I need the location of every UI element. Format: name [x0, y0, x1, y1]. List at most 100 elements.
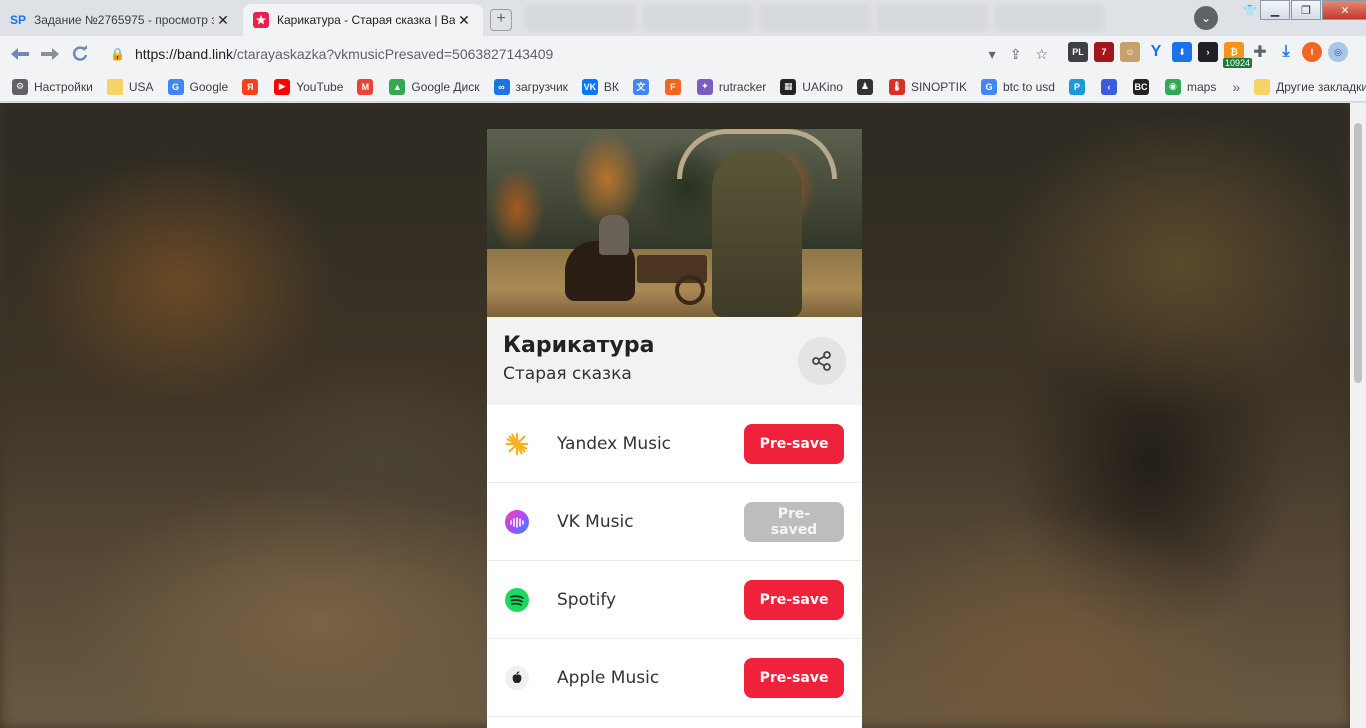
ghost-tab[interactable]	[525, 4, 637, 32]
maximize-button[interactable]: ❐	[1291, 0, 1321, 20]
yandex-icon: Я	[242, 78, 259, 95]
translate-icon: 文	[632, 78, 649, 95]
bookmark-label: загрузчик	[515, 79, 568, 94]
google-icon: G	[980, 78, 997, 95]
bookmark-figure[interactable]: ♟	[856, 78, 879, 95]
folder-icon	[106, 78, 123, 95]
bookmark-label: SINOPTIK	[910, 79, 967, 94]
folder-icon	[1254, 78, 1271, 95]
background-tabs	[525, 4, 1106, 32]
bookmark-вк[interactable]: VK ВК	[581, 78, 619, 95]
figure-icon: ♟	[856, 78, 873, 95]
spotify-icon	[505, 588, 529, 612]
bookmark-bc[interactable]: BC	[1132, 78, 1155, 95]
bookmark-label: Настройки	[34, 79, 93, 94]
browser-menu-icon[interactable]: ◎	[1328, 42, 1348, 62]
bookmark-btc-to-usd[interactable]: Gbtc to usd	[980, 78, 1055, 95]
presave-button-yandex[interactable]: Pre-save	[744, 424, 844, 464]
bookmark-p[interactable]: P	[1068, 78, 1091, 95]
vk-music-icon	[505, 510, 529, 534]
vpn-globe-icon[interactable]: PL	[1068, 42, 1088, 62]
presave-button-spotify[interactable]: Pre-save	[744, 580, 844, 620]
share-icon	[812, 351, 831, 371]
other-bookmarks-folder[interactable]: Другие закладки	[1254, 78, 1366, 95]
address-bar[interactable]: 🔒 https://band.link/ctarayaskazka?vkmusi…	[100, 40, 1060, 68]
y-ext-icon[interactable]: Y	[1146, 42, 1166, 62]
bitcoin-ext-icon[interactable]: ₿ 10924	[1222, 42, 1252, 68]
ghost-tab[interactable]	[993, 4, 1106, 32]
ghost-tab[interactable]	[642, 4, 754, 32]
bookmark-google[interactable]: G Google	[167, 78, 229, 95]
bookmark-label: YouTube	[296, 79, 344, 94]
bookmark-google-диск[interactable]: ▲ Google Диск	[389, 78, 480, 95]
bookmark-usa[interactable]: USA	[106, 78, 154, 95]
url-host: https://band.link	[134, 46, 234, 62]
drive-icon: ▲	[389, 78, 406, 95]
tab-zadanie[interactable]: SP Задание №2765975 - просмотр за ✕	[0, 4, 242, 36]
bookmark-gmail[interactable]: M	[357, 78, 379, 95]
tab-title: Задание №2765975 - просмотр за	[34, 13, 214, 27]
google-icon: G	[167, 78, 184, 95]
apple-music-icon	[505, 666, 529, 690]
bookmark-label: Google Диск	[411, 79, 480, 94]
shield-ext-icon[interactable]: 7	[1094, 42, 1114, 62]
bookmark-star-icon[interactable]: ☆	[1035, 46, 1048, 63]
reload-icon[interactable]	[66, 40, 94, 68]
share-page-icon[interactable]: ⇪	[1010, 46, 1022, 63]
tab-close-icon[interactable]: ✕	[455, 12, 473, 29]
bookmark-label: rutracker	[718, 79, 767, 94]
bookmark-label: UAKino	[802, 79, 843, 94]
gear-icon: ⚙	[12, 78, 28, 95]
presaved-button-vk[interactable]: Pre-saved	[744, 502, 844, 542]
lock-icon[interactable]: 🔒	[110, 47, 125, 61]
bookmark-yandex[interactable]: Я	[242, 78, 264, 95]
tab-bandlink[interactable]: Карикатура - Старая сказка | Band ✕	[243, 4, 483, 36]
bookmark-f[interactable]: F	[664, 78, 687, 95]
back-arrow-icon[interactable]	[6, 40, 34, 68]
bookmark-rutracker[interactable]: ✦ rutracker	[696, 78, 767, 95]
bookmark-sinoptik[interactable]: 🌡 SINOPTIK	[888, 78, 967, 95]
bookmark-настройки[interactable]: ⚙ Настройки	[12, 78, 93, 95]
forward-arrow-icon[interactable]	[36, 40, 64, 68]
rutracker-icon: ✦	[696, 78, 713, 95]
download-ext-icon[interactable]: ⬇	[1172, 42, 1192, 62]
artist-name: Карикатура	[503, 333, 655, 358]
bookmark-youtube[interactable]: ▶ YouTube	[274, 78, 344, 95]
ghost-tab[interactable]	[876, 4, 988, 32]
profile-avatar[interactable]: I	[1302, 42, 1322, 62]
minimize-button[interactable]: ▁	[1260, 0, 1290, 20]
bookmark-translate[interactable]: 文	[632, 78, 655, 95]
release-title: Старая сказка	[503, 364, 632, 384]
url-text[interactable]: https://band.link/ctarayaskazka?vkmusicP…	[135, 46, 553, 62]
share-button[interactable]	[798, 337, 846, 385]
puzzle-extensions-icon[interactable]: ✚	[1250, 42, 1270, 62]
avatar-ext-icon[interactable]: ☺	[1120, 42, 1140, 62]
release-header: Карикатура Старая сказка	[487, 317, 862, 405]
bookmark-chevron[interactable]: ‹	[1100, 78, 1123, 95]
bookmark-загрузчик[interactable]: ∞ загрузчик	[493, 78, 568, 95]
cover-art-image	[487, 129, 862, 317]
service-row-spotify: Spotify Pre-save	[487, 561, 862, 639]
downloads-icon[interactable]: ⤓	[1276, 42, 1296, 62]
tab-search-chevron-icon[interactable]: ⌄	[1194, 6, 1218, 30]
other-bookmarks-label: Другие закладки	[1276, 79, 1366, 94]
bookmark-maps[interactable]: ◉ maps	[1164, 78, 1216, 95]
bookmarks-overflow-chevron[interactable]: »	[1232, 79, 1240, 95]
close-window-button[interactable]: ✕	[1322, 0, 1366, 20]
tab-close-icon[interactable]: ✕	[214, 12, 232, 29]
ghost-tab[interactable]	[759, 4, 871, 32]
page-scrollbar[interactable]	[1350, 103, 1366, 728]
cover-rider	[599, 215, 629, 255]
new-tab-button[interactable]: +	[490, 9, 512, 31]
vk-icon: VK	[581, 78, 598, 95]
terminal-ext-icon[interactable]: ›	[1198, 42, 1218, 62]
thermometer-icon: 🌡	[888, 78, 905, 95]
maps-icon: ◉	[1164, 78, 1181, 95]
bookmark-uakino[interactable]: ▦ UAKino	[780, 78, 843, 95]
presave-button-apple[interactable]: Pre-save	[744, 658, 844, 698]
theme-shirt-icon[interactable]: 👕	[1241, 0, 1259, 20]
dropdown-caret-icon[interactable]: ▾	[989, 46, 996, 63]
bookmark-label: Google	[189, 79, 229, 94]
scrollbar-thumb[interactable]	[1354, 123, 1362, 383]
star-icon	[253, 12, 269, 28]
